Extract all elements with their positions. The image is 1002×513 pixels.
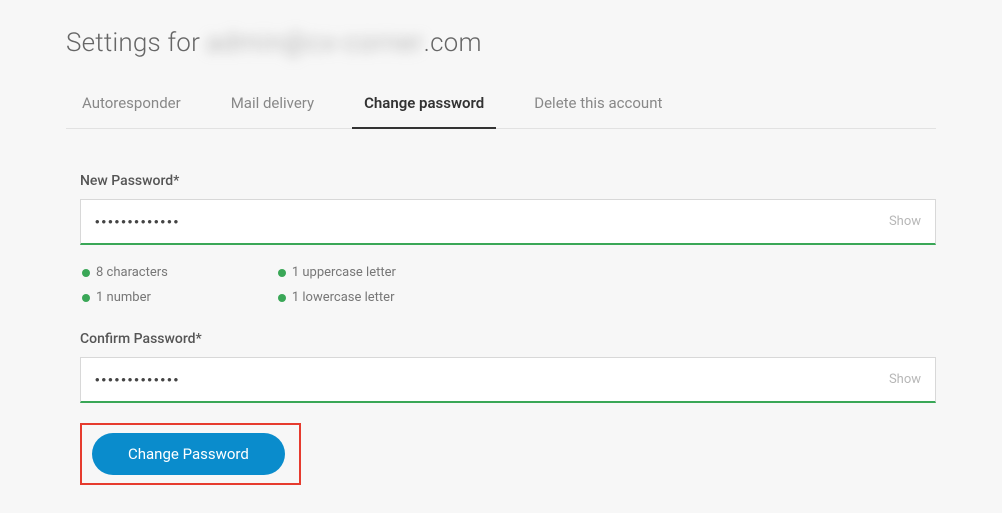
confirm-password-input-wrap: Show [80, 357, 936, 403]
tab-mail-delivery[interactable]: Mail delivery [229, 84, 316, 128]
new-password-input-wrap: Show [80, 199, 936, 245]
check-dot-icon [278, 294, 286, 302]
check-dot-icon [82, 269, 90, 277]
check-dot-icon [82, 294, 90, 302]
confirm-password-label: Confirm Password* [80, 331, 936, 347]
check-dot-icon [278, 269, 286, 277]
confirm-password-show-toggle[interactable]: Show [889, 372, 921, 387]
title-suffix: .com [424, 28, 482, 58]
confirm-password-input[interactable] [95, 372, 889, 387]
title-email-blurred: admin@cx-corner [207, 28, 424, 58]
password-requirements: 8 characters 1 number 1 uppercase letter… [80, 265, 936, 305]
tab-change-password[interactable]: Change password [362, 84, 486, 128]
requirement-1-number: 1 number [82, 290, 168, 305]
requirement-1-uppercase: 1 uppercase letter [278, 265, 396, 280]
new-password-show-toggle[interactable]: Show [889, 214, 921, 229]
tab-delete-account[interactable]: Delete this account [532, 84, 664, 128]
page-title: Settings for admin@cx-corner.com [66, 28, 936, 58]
tabs: Autoresponder Mail delivery Change passw… [66, 84, 936, 129]
title-prefix: Settings for [66, 28, 207, 58]
submit-highlight-box: Change Password [80, 423, 301, 485]
new-password-label: New Password* [80, 173, 936, 189]
change-password-button[interactable]: Change Password [92, 433, 285, 475]
requirement-8-characters: 8 characters [82, 265, 168, 280]
change-password-form: New Password* Show 8 characters 1 number… [66, 129, 936, 485]
requirement-1-lowercase: 1 lowercase letter [278, 290, 396, 305]
new-password-input[interactable] [95, 214, 889, 229]
tab-autoresponder[interactable]: Autoresponder [80, 84, 183, 128]
